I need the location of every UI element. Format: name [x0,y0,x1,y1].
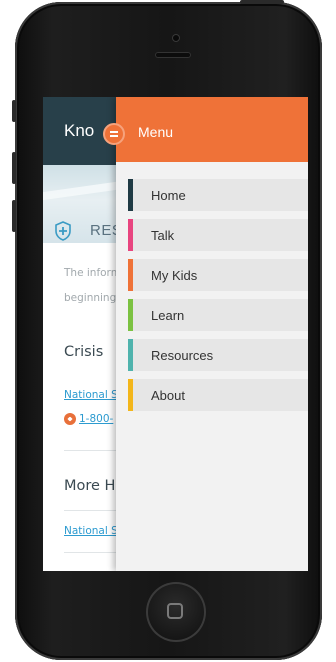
intro-text-line-1: The inform [64,267,121,279]
home-button[interactable] [146,582,206,642]
slide-out-menu: Menu Home Talk My Kids Learn Resources A… [116,97,308,571]
menu-item-label: About [151,387,185,403]
power-button [240,0,284,4]
screen: Kno RES The inform beginning Crisis Nati… [43,97,308,571]
earpiece-speaker [155,52,191,58]
menu-item-label: Talk [151,227,175,243]
menu-item-talk[interactable]: Talk [128,219,308,251]
menu-item-about[interactable]: About [128,379,308,411]
national-link-2[interactable]: National S [64,525,118,537]
national-link-1[interactable]: National S [64,389,118,401]
menu-item-label: Resources [151,347,214,363]
divider [64,450,124,451]
menu-item-my-kids[interactable]: My Kids [128,259,308,291]
volume-up-button [12,152,16,184]
menu-item-label: Home [151,187,186,203]
menu-title: Menu [138,124,174,140]
menu-item-resources[interactable]: Resources [128,339,308,371]
hamburger-line [110,131,118,133]
phone-icon [64,413,76,425]
silent-switch [12,100,16,122]
front-camera [172,34,180,42]
menu-toggle-button[interactable] [103,123,125,145]
app-logo[interactable]: Kno [64,121,94,141]
menu-item-home[interactable]: Home [128,179,308,211]
menu-item-learn[interactable]: Learn [128,299,308,331]
divider [64,510,124,511]
intro-text-line-2: beginning [64,292,117,304]
home-square-icon [167,603,183,619]
phone-number-link[interactable]: 1-800- [79,413,113,425]
phone-row[interactable]: 1-800- [64,413,113,425]
hamburger-line [110,135,118,137]
menu-header: Menu [116,97,308,162]
crisis-heading: Crisis [64,344,104,360]
menu-item-label: My Kids [151,267,198,283]
volume-down-button [12,200,16,232]
menu-item-label: Learn [151,307,185,323]
menu-list: Home Talk My Kids Learn Resources About [128,179,308,419]
divider [64,552,124,553]
shield-plus-icon [55,221,71,241]
